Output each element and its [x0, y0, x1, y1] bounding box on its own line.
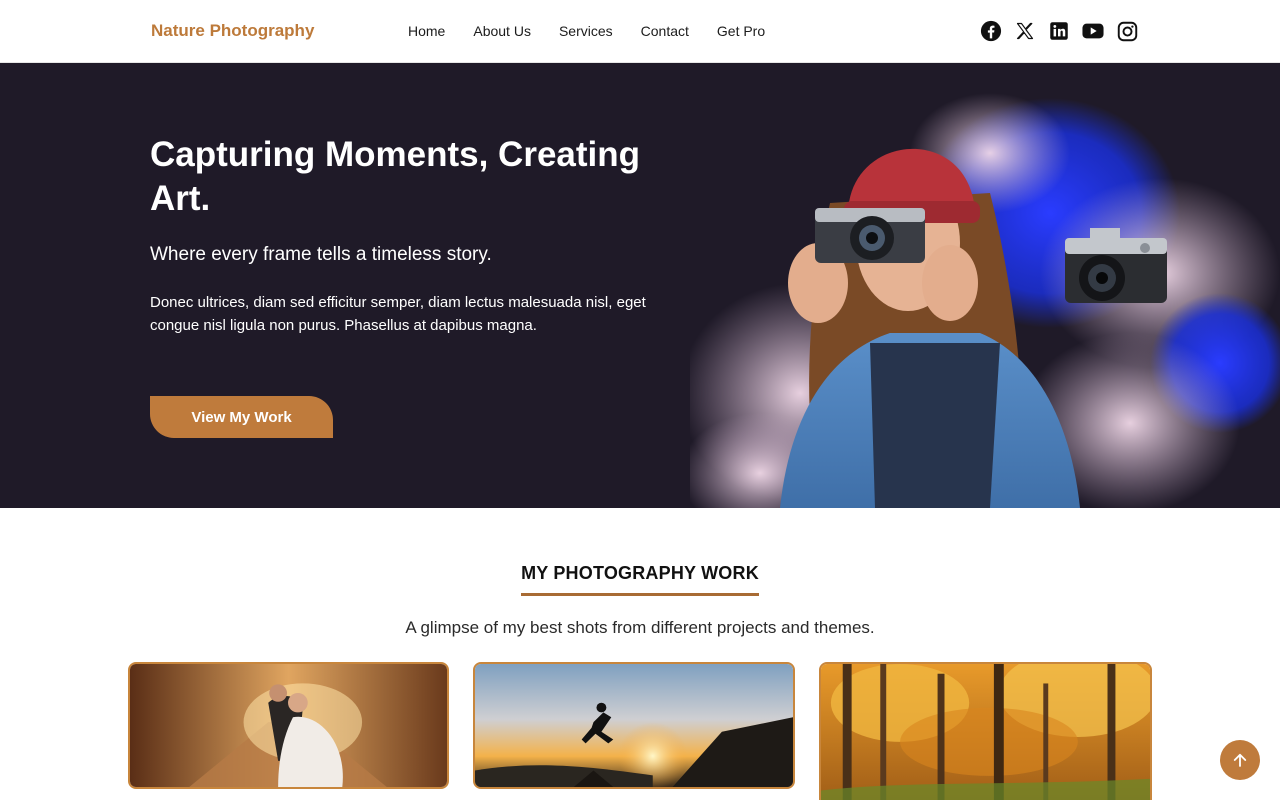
- work-section-title-text: MY PHOTOGRAPHY WORK: [521, 563, 759, 596]
- work-section-subtitle: A glimpse of my best shots from differen…: [405, 618, 875, 637]
- instagram-icon[interactable]: [1116, 19, 1138, 43]
- wedding-photo: [130, 664, 447, 787]
- youtube-icon[interactable]: [1082, 19, 1104, 43]
- photo-card-sunset-jump[interactable]: [473, 662, 795, 789]
- hero-title: Capturing Moments, Creating Art.: [150, 135, 641, 218]
- site-header: Nature Photography Home About Us Service…: [0, 0, 1280, 63]
- nav-contact[interactable]: Contact: [641, 23, 689, 39]
- brand-logo[interactable]: Nature Photography: [151, 21, 314, 41]
- nav-about-us[interactable]: About Us: [473, 23, 531, 39]
- arrow-up-icon: [1233, 753, 1247, 767]
- hero-description: Donec ultrices, diam sed efficitur sempe…: [150, 294, 646, 334]
- autumn-forest-photo: [821, 664, 1150, 800]
- main-nav: Home About Us Services Contact Get Pro: [408, 23, 765, 39]
- photo-card-wedding[interactable]: [128, 662, 449, 789]
- sunset-jump-photo: [475, 664, 793, 787]
- work-section-title: MY PHOTOGRAPHY WORK: [0, 563, 1280, 596]
- linkedin-icon[interactable]: [1048, 19, 1070, 43]
- hero-photographer-image: [680, 93, 1280, 508]
- nav-services[interactable]: Services: [559, 23, 613, 39]
- nav-home[interactable]: Home: [408, 23, 445, 39]
- facebook-icon[interactable]: [980, 19, 1002, 43]
- social-links: [980, 19, 1138, 43]
- scroll-to-top-button[interactable]: [1220, 740, 1260, 780]
- hero-section: Capturing Moments, Creating Art. Where e…: [0, 63, 1280, 508]
- view-my-work-button[interactable]: View My Work: [150, 396, 333, 438]
- x-icon[interactable]: [1014, 19, 1036, 43]
- hero-subtitle: Where every frame tells a timeless story…: [150, 244, 492, 265]
- photo-card-autumn-forest[interactable]: [819, 662, 1152, 800]
- nav-get-pro[interactable]: Get Pro: [717, 23, 765, 39]
